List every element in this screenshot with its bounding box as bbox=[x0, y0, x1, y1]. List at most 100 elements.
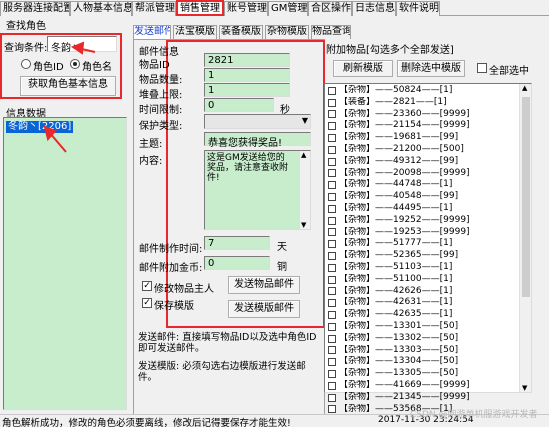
save-template-checkbox[interactable]: ✓ bbox=[142, 298, 152, 308]
attach-item-row[interactable]: 【杂物】——44748——[1] bbox=[328, 179, 518, 191]
mail-gold-input[interactable]: 0 bbox=[204, 256, 270, 270]
content-textarea[interactable]: 这是GM发送给您的奖品，请注意查收附件! ▲ ▼ bbox=[204, 150, 311, 230]
scroll-down-icon[interactable]: ▼ bbox=[522, 384, 527, 392]
attach-item-list[interactable]: 【杂物】——50824——[1] 【装备】——2821——[1] 【杂物】——233… bbox=[324, 83, 532, 425]
attach-item-checkbox[interactable] bbox=[328, 311, 336, 320]
protect-type-select[interactable]: ▼ bbox=[204, 114, 311, 129]
attach-item-checkbox[interactable] bbox=[328, 228, 336, 237]
attach-item-label: 【杂物】——42635——[1] bbox=[339, 309, 453, 320]
attach-item-row[interactable]: 【杂物】——21345——[9999] bbox=[328, 392, 518, 404]
tab-equip-template[interactable]: 装备模版 bbox=[219, 25, 263, 39]
send-template-mail-button[interactable]: 发送模版邮件 bbox=[228, 300, 300, 318]
attach-item-checkbox[interactable] bbox=[328, 98, 336, 107]
tab-merge[interactable]: 合区操作 bbox=[308, 1, 352, 16]
attach-item-row[interactable]: 【杂物】——19681——[99] bbox=[328, 132, 518, 144]
attach-item-checkbox[interactable] bbox=[328, 134, 336, 143]
attach-item-checkbox[interactable] bbox=[328, 252, 336, 261]
attach-item-checkbox[interactable] bbox=[328, 287, 336, 296]
role-result-item[interactable]: 冬韵丶[2206] bbox=[6, 121, 74, 133]
item-count-input[interactable]: 1 bbox=[204, 68, 290, 82]
attach-item-checkbox[interactable] bbox=[328, 169, 336, 178]
scroll-up-icon[interactable]: ▲ bbox=[522, 84, 527, 92]
select-all-checkbox[interactable] bbox=[477, 63, 487, 73]
mail-time-input[interactable]: 7 bbox=[204, 236, 270, 250]
tab-server-config[interactable]: 服务器连接配置 bbox=[0, 1, 70, 16]
attach-item-checkbox[interactable] bbox=[328, 334, 336, 343]
attach-item-checkbox[interactable] bbox=[328, 358, 336, 367]
scroll-thumb[interactable] bbox=[522, 97, 530, 297]
attach-item-row[interactable]: 【杂物】——13305——[50] bbox=[328, 368, 518, 380]
attach-item-row[interactable]: 【杂物】——41669——[9999] bbox=[328, 380, 518, 392]
attach-item-checkbox[interactable] bbox=[328, 181, 336, 190]
attach-item-row[interactable]: 【杂物】——51100——[1] bbox=[328, 274, 518, 286]
attach-item-checkbox[interactable] bbox=[328, 157, 336, 166]
time-limit-input[interactable]: 0 bbox=[204, 98, 274, 112]
attach-item-row[interactable]: 【杂物】——13302——[50] bbox=[328, 333, 518, 345]
attach-item-row[interactable]: 【杂物】——19252——[9999] bbox=[328, 215, 518, 227]
radio-role-name[interactable] bbox=[70, 59, 80, 69]
attach-item-row[interactable]: 【杂物】——49312——[99] bbox=[328, 156, 518, 168]
refresh-template-button[interactable]: 刷新模版 bbox=[333, 60, 393, 77]
role-result-list[interactable]: 冬韵丶[2206] bbox=[3, 117, 127, 410]
attach-item-row[interactable]: 【杂物】——13304——[50] bbox=[328, 356, 518, 368]
item-id-input[interactable]: 2821 bbox=[204, 53, 290, 67]
content-scrollbar[interactable]: ▲ ▼ bbox=[299, 151, 310, 229]
attach-scrollbar[interactable]: ▲ ▼ bbox=[519, 84, 531, 392]
tab-gm[interactable]: GM管理 bbox=[268, 1, 308, 16]
get-info-button[interactable]: 获取角色基本信息 bbox=[20, 76, 116, 96]
attach-item-row[interactable]: 【杂物】——19253——[9999] bbox=[328, 227, 518, 239]
attach-item-row[interactable]: 【杂物】——42631——[1] bbox=[328, 297, 518, 309]
send-item-mail-button[interactable]: 发送物品邮件 bbox=[228, 276, 300, 294]
attach-item-checkbox[interactable] bbox=[328, 216, 336, 225]
modify-owner-checkbox[interactable]: ✓ bbox=[142, 281, 152, 291]
scroll-up-icon[interactable]: ▲ bbox=[301, 151, 306, 159]
attach-item-row[interactable]: 【杂物】——44495——[1] bbox=[328, 203, 518, 215]
attach-item-row[interactable]: 【杂物】——21200——[500] bbox=[328, 144, 518, 156]
attach-item-checkbox[interactable] bbox=[328, 145, 336, 154]
attach-item-row[interactable]: 【杂物】——21154——[9999] bbox=[328, 120, 518, 132]
attach-item-checkbox[interactable] bbox=[328, 393, 336, 402]
attach-item-checkbox[interactable] bbox=[328, 370, 336, 379]
delete-template-button[interactable]: 删除选中模版 bbox=[397, 60, 465, 77]
attach-item-checkbox[interactable] bbox=[328, 193, 336, 202]
scroll-down-icon[interactable]: ▼ bbox=[301, 221, 306, 229]
radio-role-id[interactable] bbox=[21, 59, 31, 69]
attach-item-row[interactable]: 【杂物】——23360——[9999] bbox=[328, 109, 518, 121]
attach-item-checkbox[interactable] bbox=[328, 263, 336, 272]
tab-guild[interactable]: 帮派管理 bbox=[132, 1, 176, 16]
attach-item-checkbox[interactable] bbox=[328, 122, 336, 131]
attach-item-checkbox[interactable] bbox=[328, 381, 336, 390]
attach-item-row[interactable]: 【杂物】——52365——[99] bbox=[328, 250, 518, 262]
attach-item-row[interactable]: 【杂物】——42635——[1] bbox=[328, 309, 518, 321]
tab-sales[interactable]: 销售管理 bbox=[176, 0, 224, 16]
attach-item-row[interactable]: 【杂物】——13303——[50] bbox=[328, 345, 518, 357]
attach-item-row[interactable]: 【杂物】——50824——[1] bbox=[328, 85, 518, 97]
attach-item-checkbox[interactable] bbox=[328, 346, 336, 355]
tab-log[interactable]: 日志信息 bbox=[352, 1, 396, 16]
attach-item-checkbox[interactable] bbox=[328, 204, 336, 213]
attach-item-checkbox[interactable] bbox=[328, 275, 336, 284]
attach-item-checkbox[interactable] bbox=[328, 240, 336, 249]
attach-item-row[interactable]: 【杂物】——13301——[50] bbox=[328, 321, 518, 333]
attach-item-checkbox[interactable] bbox=[328, 405, 336, 414]
attach-item-row[interactable]: 【杂物】——51103——[1] bbox=[328, 262, 518, 274]
attach-item-checkbox[interactable] bbox=[328, 86, 336, 95]
attach-item-checkbox[interactable] bbox=[328, 322, 336, 331]
attach-item-row[interactable]: 【装备】——2821——[1] bbox=[328, 97, 518, 109]
subject-input[interactable]: 恭喜您获得奖品! bbox=[204, 132, 311, 149]
query-input[interactable]: 冬韵丶 bbox=[47, 36, 117, 54]
attach-item-row[interactable]: 【杂物】——20098——[9999] bbox=[328, 168, 518, 180]
attach-item-row[interactable]: 【杂物】——42626——[1] bbox=[328, 286, 518, 298]
attach-item-row[interactable]: 【杂物】——40548——[99] bbox=[328, 191, 518, 203]
stack-input[interactable]: 1 bbox=[204, 83, 290, 97]
tab-character-info[interactable]: 人物基本信息 bbox=[70, 1, 132, 16]
attach-item-checkbox[interactable] bbox=[328, 110, 336, 119]
tab-about[interactable]: 软件说明 bbox=[396, 1, 440, 16]
tab-item-query[interactable]: 物品查询 bbox=[311, 25, 351, 39]
tab-account[interactable]: 账号管理 bbox=[224, 1, 268, 16]
tab-treasure-template[interactable]: 法宝模版 bbox=[173, 25, 217, 39]
attach-item-checkbox[interactable] bbox=[328, 299, 336, 308]
tab-send-mail[interactable]: 发送邮件 bbox=[133, 25, 171, 39]
tab-misc-template[interactable]: 杂物模版 bbox=[265, 25, 309, 39]
attach-item-row[interactable]: 【杂物】——51777——[1] bbox=[328, 238, 518, 250]
